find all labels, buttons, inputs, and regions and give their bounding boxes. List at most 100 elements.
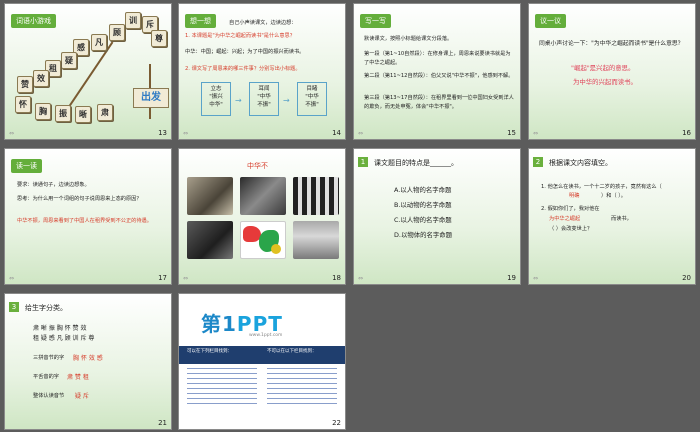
slide-footer-icon: ⇔ xyxy=(183,275,189,282)
historical-photo xyxy=(293,221,339,259)
slide-footer-icon: ⇔ xyxy=(183,130,189,137)
sign-char: 胸 xyxy=(35,103,51,120)
subtitle-box: 耳闻 "中华 不振" xyxy=(249,82,279,116)
option-a[interactable]: A.以人物的名字命题 xyxy=(394,185,451,194)
fill-blank-line: ）和（ ）。 xyxy=(601,193,626,199)
char-list: 肃 晰 振 胸 怀 赞 效 xyxy=(33,325,87,332)
slide-footer-icon: ⇔ xyxy=(533,275,539,282)
slide-footer-icon: ⇔ xyxy=(533,130,539,137)
option-d[interactable]: D.以物体的名字命题 xyxy=(394,230,452,239)
sign-char: 疑 xyxy=(61,52,77,69)
question-number-badge: 1 xyxy=(358,157,368,167)
paragraph-text: 第一段（第1~10自然段）：在修身课上，周恩来说要读书就是为了中华之崛起。 xyxy=(364,51,511,66)
answer-text: 为中华的兴起而读书。 xyxy=(573,78,637,86)
logo-text: 第1 xyxy=(201,312,237,336)
slide-21-thumbnail[interactable]: 3 给生字分类。 肃 晰 振 胸 怀 赞 效 租 疑 感 凡 顾 训 斥 尊 三… xyxy=(4,293,172,430)
slide-15-thumbnail[interactable]: 写一写 默读课文，按照小标题给课文分段落。 第一段（第1~10自然段）：在修身课… xyxy=(353,3,521,140)
option-c[interactable]: C.以人物的名字命题 xyxy=(394,215,452,224)
slide-footer-icon: ⇔ xyxy=(358,275,364,282)
sign-char: 效 xyxy=(33,70,49,87)
instruction-text: 自己小声读课文，边读边想： xyxy=(229,20,297,26)
instruction-text: 默读课文，按照小标题给课文分段落。 xyxy=(364,36,453,42)
question-text: 1. 本课题是"为中华之崛起而读书"是什么意思？ xyxy=(185,33,295,39)
slide-13-thumbnail[interactable]: 词语小游戏 训 斥 尊 顾 凡 感 疑 租 效 赞 怀 胸 振 晰 肃 出发 ⇔… xyxy=(4,3,172,140)
info-banner: 可以在下列栏目找到： 不可以在以下栏目找到： xyxy=(179,346,345,364)
slide-number: 14 xyxy=(332,129,341,137)
historical-photo xyxy=(187,221,233,259)
slide-number: 21 xyxy=(158,419,167,427)
slide-14-thumbnail[interactable]: 想一想 自己小声读课文，边读边想： 1. 本课题是"为中华之崛起而读书"是什么意… xyxy=(178,3,346,140)
fill-blank-line: 1. 他怎么在读书，一个十二岁的孩子，竟然有这么（ xyxy=(541,184,662,190)
subtitle-box: 目睹 "中华 不振" xyxy=(297,82,327,116)
link-list xyxy=(267,368,337,406)
question-text: 根据课文内容填空。 xyxy=(549,159,612,167)
sign-char: 尊 xyxy=(151,30,167,47)
slide-number: 15 xyxy=(507,129,516,137)
category-label: 三拼音节的字 xyxy=(33,355,65,361)
logo-url: www.1ppt.com xyxy=(249,333,283,338)
slide-title: 中华不 xyxy=(247,162,268,170)
historical-photo xyxy=(293,177,339,215)
question-text: 课文题目的特点是______。 xyxy=(374,159,458,167)
slide-16-thumbnail[interactable]: 议一议 同桌小声讨论一下："为中华之崛起而读书"是什么意思？ "崛起"是兴起的意… xyxy=(528,3,696,140)
category-answer: 胸 怀 效 感 xyxy=(73,355,103,362)
fill-blank-line: 2. 假如你们了，我对他在 xyxy=(541,206,600,212)
slide-number: 16 xyxy=(682,129,691,137)
sign-char: 晰 xyxy=(75,106,91,123)
fill-answer: 为中华之崛起 xyxy=(549,216,581,222)
slide-footer-icon: ⇔ xyxy=(358,130,364,137)
historical-map xyxy=(240,221,286,259)
fill-answer: 明确 xyxy=(569,193,580,199)
sign-char: 凡 xyxy=(91,34,107,51)
paragraph-text: 第二段（第11~12自然段）：伯父又说"中华不振"，他感到不解。 xyxy=(364,73,514,79)
section-tag: 写一写 xyxy=(360,14,391,28)
slide-footer-icon: ⇔ xyxy=(9,130,15,137)
question-text: 同桌小声讨论一下："为中华之崛起而读书"是什么意思？ xyxy=(539,41,684,47)
section-tag: 想一想 xyxy=(185,14,216,28)
slide-number: 22 xyxy=(332,419,341,427)
category-answer: 肃 赞 租 xyxy=(67,374,89,381)
char-list: 租 疑 感 凡 顾 训 斥 尊 xyxy=(33,335,95,342)
slide-22-thumbnail[interactable]: 第1PPT www.1ppt.com 可以在下列栏目找到： 不可以在以下栏目找到… xyxy=(178,293,346,430)
slide-number: 20 xyxy=(682,274,691,282)
subtitle-box: 立志 "振兴 中华" xyxy=(201,82,231,116)
historical-photo xyxy=(240,177,286,215)
start-sign: 出发 xyxy=(133,88,169,108)
slide-number: 18 xyxy=(332,274,341,282)
sign-char: 肃 xyxy=(97,104,113,121)
sign-char: 赞 xyxy=(17,76,33,93)
slide-number: 19 xyxy=(507,274,516,282)
section-tag: 读一读 xyxy=(11,159,42,173)
question-number-badge: 3 xyxy=(9,302,19,312)
option-b[interactable]: B.以动物的名字命题 xyxy=(394,200,452,209)
slide-20-thumbnail[interactable]: 2 根据课文内容填空。 1. 他怎么在读书，一个十二岁的孩子，竟然有这么（ 明确… xyxy=(528,148,696,285)
fill-blank-line: 而读书， xyxy=(611,216,632,222)
answer-text: 中华不振，周恩来看到了中国人在租界受到不公正的待遇。 xyxy=(17,218,152,224)
answer-text: 中华：中国；崛起：兴起；为了中国的振兴而读书。 xyxy=(185,49,305,55)
paragraph-text: 第三段（第13~17自然段）：在租界里看到一位中国妇女受到洋人的欺负，而无处申冤… xyxy=(364,95,514,110)
question-text: 2. 课文写了周恩来的哪三件事？分别写出小标题。 xyxy=(185,66,301,72)
question-text: 思考：为什么用一个词组的句子说周恩来上态的原因？ xyxy=(17,196,142,202)
arrow-right-icon: → xyxy=(283,96,290,105)
category-label: 平舌音的字 xyxy=(33,374,59,380)
slide-18-thumbnail[interactable]: 中华不 ⇔ 18 xyxy=(178,148,346,285)
arrow-right-icon: → xyxy=(235,96,242,105)
slide-19-thumbnail[interactable]: 1 课文题目的特点是______。 A.以人物的名字命题 B.以动物的名字命题 … xyxy=(353,148,521,285)
sign-char: 怀 xyxy=(15,96,31,113)
question-number-badge: 2 xyxy=(533,157,543,167)
banner-text: 不可以在以下栏目找到： xyxy=(267,349,317,354)
answer-text: "崛起"是兴起的意思。 xyxy=(571,64,635,72)
sign-char: 振 xyxy=(55,105,71,122)
slide-footer-icon: ⇔ xyxy=(9,275,15,282)
question-text: 给生字分类。 xyxy=(25,304,67,312)
historical-photo xyxy=(187,177,233,215)
banner-text: 可以在下列栏目找到： xyxy=(187,349,232,354)
game-tag: 词语小游戏 xyxy=(11,14,56,28)
fill-blank-line: （ ）会改变世上？ xyxy=(549,226,593,232)
section-tag: 议一议 xyxy=(535,14,566,28)
sign-char: 训 xyxy=(125,12,141,29)
slide-17-thumbnail[interactable]: 读一读 要求：读通句子，边读边想象。 思考：为什么用一个词组的句子说周恩来上态的… xyxy=(4,148,172,285)
slide-number: 17 xyxy=(158,274,167,282)
slide-number: 13 xyxy=(158,129,167,137)
category-answer: 疑 斥 xyxy=(75,393,89,400)
